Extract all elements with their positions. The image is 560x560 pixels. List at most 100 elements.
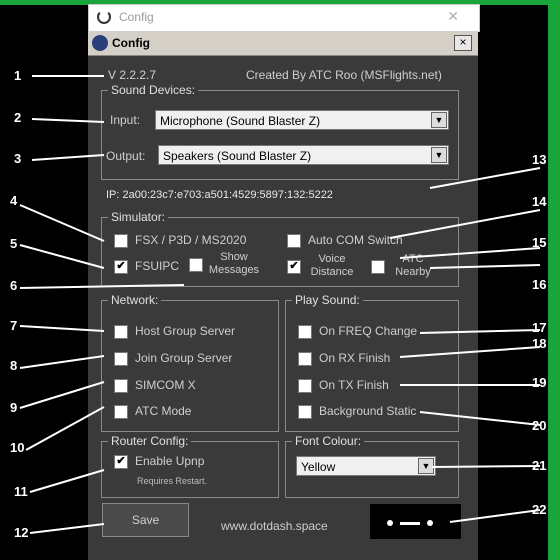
callout-15: 15	[532, 235, 547, 250]
dotdash-logo-icon	[387, 520, 433, 526]
callout-14: 14	[532, 194, 547, 209]
on-tx-finish-label: On TX Finish	[319, 378, 389, 392]
atc-nearby-label: ATC Nearby	[388, 253, 438, 279]
router-config-title: Router Config:	[108, 434, 192, 448]
outer-close-icon[interactable]: ✕	[447, 8, 459, 25]
config-window: Config × V 2.2.2.7 Created By ATC Roo (M…	[88, 31, 478, 560]
fsx-label: FSX / P3D / MS2020	[135, 233, 247, 247]
play-sound-title: Play Sound:	[292, 293, 363, 307]
voice-distance-checkbox[interactable]: ✔	[287, 260, 301, 274]
callout-6: 6	[10, 278, 18, 293]
on-freq-change-checkbox[interactable]	[298, 325, 312, 339]
callout-13: 13	[532, 152, 547, 167]
input-label: Input:	[110, 113, 141, 127]
callout-7: 7	[10, 318, 18, 333]
window-logo-icon	[92, 35, 108, 51]
on-tx-finish-checkbox[interactable]	[298, 379, 312, 393]
callout-10: 10	[10, 440, 25, 455]
callout-20: 20	[532, 418, 547, 433]
right-green-strip	[548, 0, 560, 560]
on-rx-finish-checkbox[interactable]	[298, 352, 312, 366]
callout-12: 12	[14, 525, 29, 540]
callout-17: 17	[532, 320, 547, 335]
output-device-value: Speakers (Sound Blaster Z)	[163, 149, 312, 163]
simcom-x-checkbox[interactable]	[114, 379, 128, 393]
output-device-select[interactable]: Speakers (Sound Blaster Z) ▼	[158, 145, 449, 165]
enable-upnp-label: Enable Upnp	[135, 454, 205, 468]
fsx-checkbox[interactable]	[114, 234, 128, 248]
host-group-server-checkbox[interactable]	[114, 325, 128, 339]
font-colour-select[interactable]: Yellow ▼	[296, 456, 436, 476]
show-messages-checkbox[interactable]	[189, 258, 203, 272]
atc-nearby-line1: ATC	[402, 253, 424, 265]
check-icon: ✔	[116, 455, 126, 467]
callout-3: 3	[14, 151, 22, 166]
atc-mode-label: ATC Mode	[135, 404, 192, 418]
callout-1: 1	[14, 68, 22, 83]
font-colour-group: Font Colour: Yellow ▼	[285, 434, 459, 498]
simcom-x-label: SIMCOM X	[135, 378, 196, 392]
sound-devices-title: Sound Devices:	[108, 83, 199, 97]
chevron-down-icon[interactable]: ▼	[431, 147, 447, 163]
on-rx-finish-label: On RX Finish	[319, 351, 391, 365]
simulator-group: Simulator: FSX / P3D / MS2020 Auto COM S…	[101, 210, 459, 287]
show-messages-line2: Messages	[208, 264, 260, 276]
callout-11: 11	[14, 484, 28, 499]
background-static-checkbox[interactable]	[298, 405, 312, 419]
atc-mode-checkbox[interactable]	[114, 405, 128, 419]
website-text: www.dotdash.space	[221, 519, 328, 533]
callout-5: 5	[10, 236, 18, 251]
check-icon: ✔	[116, 260, 126, 272]
chevron-down-icon[interactable]: ▼	[418, 458, 434, 474]
router-config-group: Router Config: ✔ Enable Upnp Requires Re…	[101, 434, 279, 498]
auto-com-switch-checkbox[interactable]	[287, 234, 301, 248]
check-icon: ✔	[289, 260, 299, 272]
join-group-server-label: Join Group Server	[135, 351, 233, 365]
app-logo-icon	[97, 10, 111, 24]
atc-nearby-line2: Nearby	[395, 266, 431, 278]
requires-restart-note: Requires Restart.	[137, 476, 208, 486]
voice-distance-label: Voice Distance	[304, 253, 360, 279]
credits-text: Created By ATC Roo (MSFlights.net)	[246, 68, 442, 82]
callout-22: 22	[532, 502, 547, 517]
fsuipc-label: FSUIPC	[135, 259, 180, 273]
callout-4: 4	[10, 193, 18, 208]
callout-9: 9	[10, 400, 18, 415]
input-device-select[interactable]: Microphone (Sound Blaster Z) ▼	[155, 110, 449, 130]
input-device-value: Microphone (Sound Blaster Z)	[160, 114, 321, 128]
voice-distance-line2: Distance	[310, 266, 354, 278]
sound-devices-group: Sound Devices: Input: Microphone (Sound …	[101, 83, 459, 180]
show-messages-line1: Show	[220, 251, 248, 263]
callout-8: 8	[10, 358, 18, 373]
fsuipc-checkbox[interactable]: ✔	[114, 260, 128, 274]
network-group: Network: Host Group Server Join Group Se…	[101, 293, 279, 432]
font-colour-title: Font Colour:	[292, 434, 365, 448]
voice-distance-line1: Voice	[318, 253, 346, 265]
auto-com-switch-label: Auto COM Switch	[308, 233, 403, 247]
output-label: Output:	[106, 149, 146, 163]
window-titlebar: Config ×	[88, 31, 478, 56]
host-group-server-label: Host Group Server	[135, 324, 236, 338]
outer-window-titlebar: Config ✕	[88, 4, 480, 32]
save-button[interactable]: Save	[102, 503, 189, 537]
close-button[interactable]: ×	[454, 35, 472, 51]
dotdash-logo	[370, 504, 461, 539]
callout-16: 16	[532, 277, 547, 292]
callout-19: 19	[532, 375, 547, 390]
background-static-label: Background Static	[319, 404, 417, 418]
font-colour-value: Yellow	[301, 460, 336, 474]
play-sound-group: Play Sound: On FREQ Change On RX Finish …	[285, 293, 459, 432]
simulator-title: Simulator:	[108, 210, 169, 224]
on-freq-change-label: On FREQ Change	[319, 324, 418, 338]
callout-18: 18	[532, 336, 547, 351]
callout-2: 2	[14, 110, 22, 125]
show-messages-label: Show Messages	[206, 251, 262, 277]
join-group-server-checkbox[interactable]	[114, 352, 128, 366]
outer-window-title: Config	[119, 10, 154, 24]
chevron-down-icon[interactable]: ▼	[431, 112, 447, 128]
network-title: Network:	[108, 293, 162, 307]
version-text: V 2.2.2.7	[108, 68, 157, 82]
atc-nearby-checkbox[interactable]	[371, 260, 385, 274]
enable-upnp-checkbox[interactable]: ✔	[114, 455, 128, 469]
window-title: Config	[112, 36, 150, 50]
